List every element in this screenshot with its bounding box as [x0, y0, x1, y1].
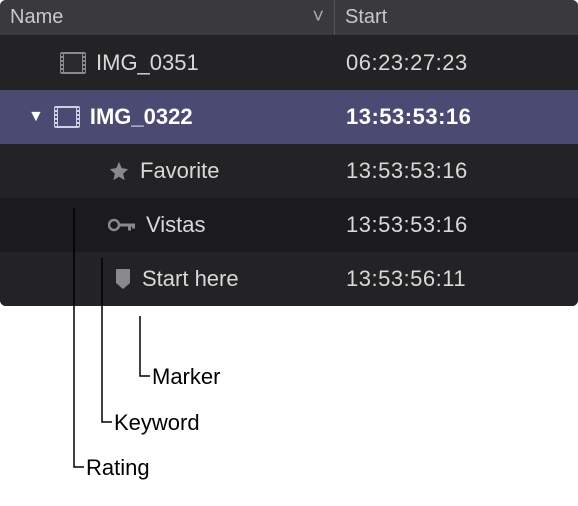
start-timecode: 13:53:53:16: [346, 158, 468, 184]
column-header-start-label: Start: [345, 6, 387, 29]
cell-start: 13:53:53:16: [334, 90, 578, 144]
cell-name: IMG_0351: [0, 36, 334, 90]
cell-name: ▼ IMG_0322: [0, 90, 334, 144]
callout-rating: Rating: [86, 455, 150, 481]
table-row[interactable]: ▼ IMG_0322 13:53:53:16: [0, 90, 578, 144]
clip-rows: IMG_0351 06:23:27:23 ▼ IMG_0322 13:53:53…: [0, 36, 578, 306]
callout-marker: Marker: [152, 364, 220, 390]
keyword-label: Vistas: [146, 212, 206, 238]
table-row[interactable]: Start here 13:53:56:11: [0, 252, 578, 306]
column-header-name-label: Name: [10, 6, 63, 29]
star-icon: [108, 160, 130, 182]
sort-indicator-icon: ˅: [312, 6, 324, 29]
start-timecode: 06:23:27:23: [346, 50, 468, 76]
list-header: Name ˅ Start: [0, 0, 578, 36]
clip-label: IMG_0322: [90, 104, 193, 130]
column-header-start[interactable]: Start: [334, 0, 578, 35]
cell-start: 13:53:53:16: [334, 198, 578, 252]
cell-name: Start here: [0, 252, 334, 306]
marker-label: Start here: [142, 266, 239, 292]
film-clip-icon: [54, 106, 80, 128]
key-icon: [108, 216, 136, 234]
column-header-name[interactable]: Name ˅: [0, 0, 334, 35]
cell-name: Vistas: [0, 198, 334, 252]
callout-keyword: Keyword: [114, 410, 200, 436]
cell-name: Favorite: [0, 144, 334, 198]
table-row[interactable]: Favorite 13:53:53:16: [0, 144, 578, 198]
start-timecode: 13:53:56:11: [346, 266, 466, 292]
table-row[interactable]: IMG_0351 06:23:27:23: [0, 36, 578, 90]
disclosure-triangle-icon[interactable]: ▼: [28, 108, 44, 126]
start-timecode: 13:53:53:16: [346, 104, 471, 130]
cell-start: 06:23:27:23: [334, 36, 578, 90]
favorite-label: Favorite: [140, 158, 219, 184]
cell-start: 13:53:53:16: [334, 144, 578, 198]
clip-list-panel: Name ˅ Start IMG_0351 06:23:27:23 ▼: [0, 0, 578, 306]
start-timecode: 13:53:53:16: [346, 212, 468, 238]
film-clip-icon: [60, 52, 86, 74]
cell-start: 13:53:56:11: [334, 252, 578, 306]
clip-label: IMG_0351: [96, 50, 199, 76]
table-row[interactable]: Vistas 13:53:53:16: [0, 198, 578, 252]
marker-icon: [114, 268, 132, 290]
